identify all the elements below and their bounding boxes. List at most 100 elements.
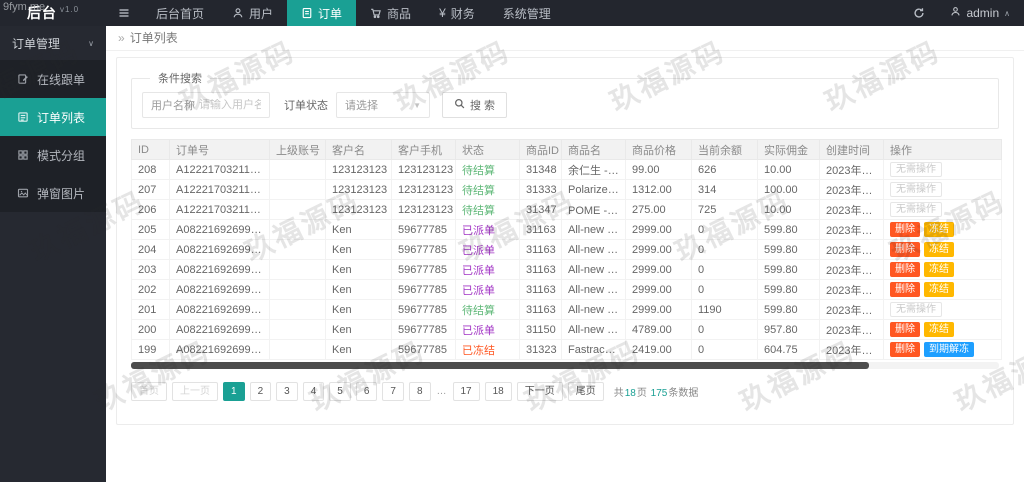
cell-product-name: All-new Fire T [561,239,626,260]
username-input[interactable] [199,99,261,111]
pagination-page-7-button[interactable]: 7 [382,382,404,401]
nav-item-users[interactable]: 用户 [218,0,287,26]
cell-product-id: 31347 [519,199,562,220]
cell-current-balance: 0 [691,339,758,360]
action-freeze-button[interactable]: 冻结 [924,222,954,237]
cell-status: 已派单 [455,279,520,300]
cell-status: 待结算 [455,159,520,180]
cell-product-price: 4789.00 [625,319,692,340]
table-row: 205A08221692699287580 Ken59677785 已派单 31163… [131,219,1002,240]
breadcrumb-separator: » [118,31,125,45]
summary-count-unit: 条数据 [668,388,699,399]
cell-status: 待结算 [455,179,520,200]
pagination-page-5-button[interactable]: 5 [329,382,351,401]
cell-product-price: 1312.00 [625,179,692,200]
cell-customer-phone: 59677785 [391,299,456,320]
pagination-page-17-button[interactable]: 17 [452,382,480,401]
grid-icon [17,149,29,161]
order-status-select[interactable]: 请选择 ▼ [336,92,430,118]
table-row: 201A08221692699268590 Ken59677785 待结算 31163… [131,299,1002,320]
search-icon [454,98,465,112]
pagination-page-18-button[interactable]: 18 [484,382,512,401]
status-badge: 已派单 [462,264,495,277]
cell-current-balance: 314 [691,179,758,200]
action-delete-button[interactable]: 删除 [890,242,920,257]
table-row: 203A08221692699282934 Ken59677785 已派单 31163… [131,259,1002,280]
pagination-page-3-button[interactable]: 3 [276,382,298,401]
sidebar-item-online-orders[interactable]: 在线跟单 [0,60,106,98]
status-badge: 已冻结 [462,344,495,357]
cell-parent-account [269,219,326,240]
status-badge: 已派单 [462,224,495,237]
sidebar-collapse-button[interactable] [106,0,142,26]
pagination-next-button[interactable]: 下一页 [516,382,563,401]
sidebar-item-mode-group[interactable]: 模式分组 [0,136,106,174]
pagination-page-1-button[interactable]: 1 [223,382,245,401]
horizontal-scrollbar-thumb[interactable] [131,362,869,369]
action-delete-button[interactable]: 删除 [890,262,920,277]
cell-product-price: 275.00 [625,199,692,220]
cell-actions: 删除 到期解冻 [883,339,1002,360]
pagination-last-button[interactable]: 尾页 [567,382,604,401]
sidebar-item-label: 弹窗图片 [37,186,86,201]
cell-id: 204 [131,239,170,260]
cell-created-time: 2023年08月 [819,219,884,240]
pagination-page-4-button[interactable]: 4 [302,382,325,401]
refresh-button[interactable] [902,0,936,26]
sidebar-group-order-management[interactable]: 订单管理 ∨ [0,26,106,60]
cell-customer-phone: 59677785 [391,219,456,240]
topbar-right: admin ∧ [902,0,1024,26]
username-field-label: 用户名称 [151,100,195,112]
pagination-page-8-button[interactable]: 8 [408,382,431,401]
nav-item-home[interactable]: 后台首页 [142,0,218,26]
pagination-prev-button: 上一页 [172,382,218,401]
cell-product-id: 31323 [519,339,562,360]
sidebar-item-popup-image[interactable]: 弹窗图片 [0,174,106,212]
action-delete-button[interactable]: 删除 [890,322,920,337]
cell-product-price: 2999.00 [625,279,692,300]
pagination-page-6-button[interactable]: 6 [355,382,378,401]
status-badge: 待结算 [462,164,495,177]
search-panel: 条件搜索 用户名称 订单状态 请选择 ▼ 搜 索 [131,70,999,129]
app-title: 后台 [26,5,57,21]
action-freeze-button[interactable]: 冻结 [924,322,954,337]
action-no-action-button: 无需操作 [890,182,942,197]
action-unfreeze-button[interactable]: 到期解冻 [924,342,974,357]
column-header: 订单号 [169,139,270,160]
nav-item-system[interactable]: 系统管理 [489,0,565,26]
summary-prefix: 共 [613,388,624,399]
user-icon [232,7,244,19]
pagination-page-2-button[interactable]: 2 [249,382,272,401]
chevron-down-icon: ∨ [88,38,94,48]
admin-dropdown[interactable]: admin ∧ [936,6,1024,20]
cell-status: 已冻结 [455,339,520,360]
column-header: 商品名 [561,139,626,160]
action-delete-button[interactable]: 删除 [890,222,920,237]
breadcrumb-label: 订单列表 [129,31,178,45]
sidebar: 订单管理 ∨ 在线跟单 订单列表 模式分组弹窗图片 [0,26,106,482]
cell-customer-name: 123123123 [325,199,392,220]
cell-product-name: All-new Fire T [561,319,626,340]
cell-product-price: 2999.00 [625,239,692,260]
action-freeze-button[interactable]: 冻结 [924,262,954,277]
cell-product-price: 2999.00 [625,299,692,320]
summary-pages-unit: 页 [636,388,650,399]
cell-order-no: A08221692699280898 [169,279,270,300]
nav-item-label: 用户 [249,6,274,21]
cell-product-id: 31163 [519,239,562,260]
search-button[interactable]: 搜 索 [442,92,508,118]
action-freeze-button[interactable]: 冻结 [924,282,954,297]
nav-item-finance[interactable]: ¥ 财务 [425,0,489,26]
table-row: 208A12221703211332270 123123123123123123 待… [131,159,1002,180]
cell-created-time: 2023年08月 [819,339,884,360]
cell-product-id: 31163 [519,279,562,300]
sidebar-item-order-list[interactable]: 订单列表 [0,98,106,136]
nav-item-goods[interactable]: 商品 [356,0,425,26]
pagination-first-button: 首页 [131,382,167,401]
nav-item-orders[interactable]: 订单 [287,0,357,26]
action-delete-button[interactable]: 删除 [890,342,920,357]
action-delete-button[interactable]: 删除 [890,282,920,297]
action-freeze-button[interactable]: 冻结 [924,242,954,257]
summary-count: 175 [650,388,668,399]
cell-product-id: 31163 [519,259,562,280]
